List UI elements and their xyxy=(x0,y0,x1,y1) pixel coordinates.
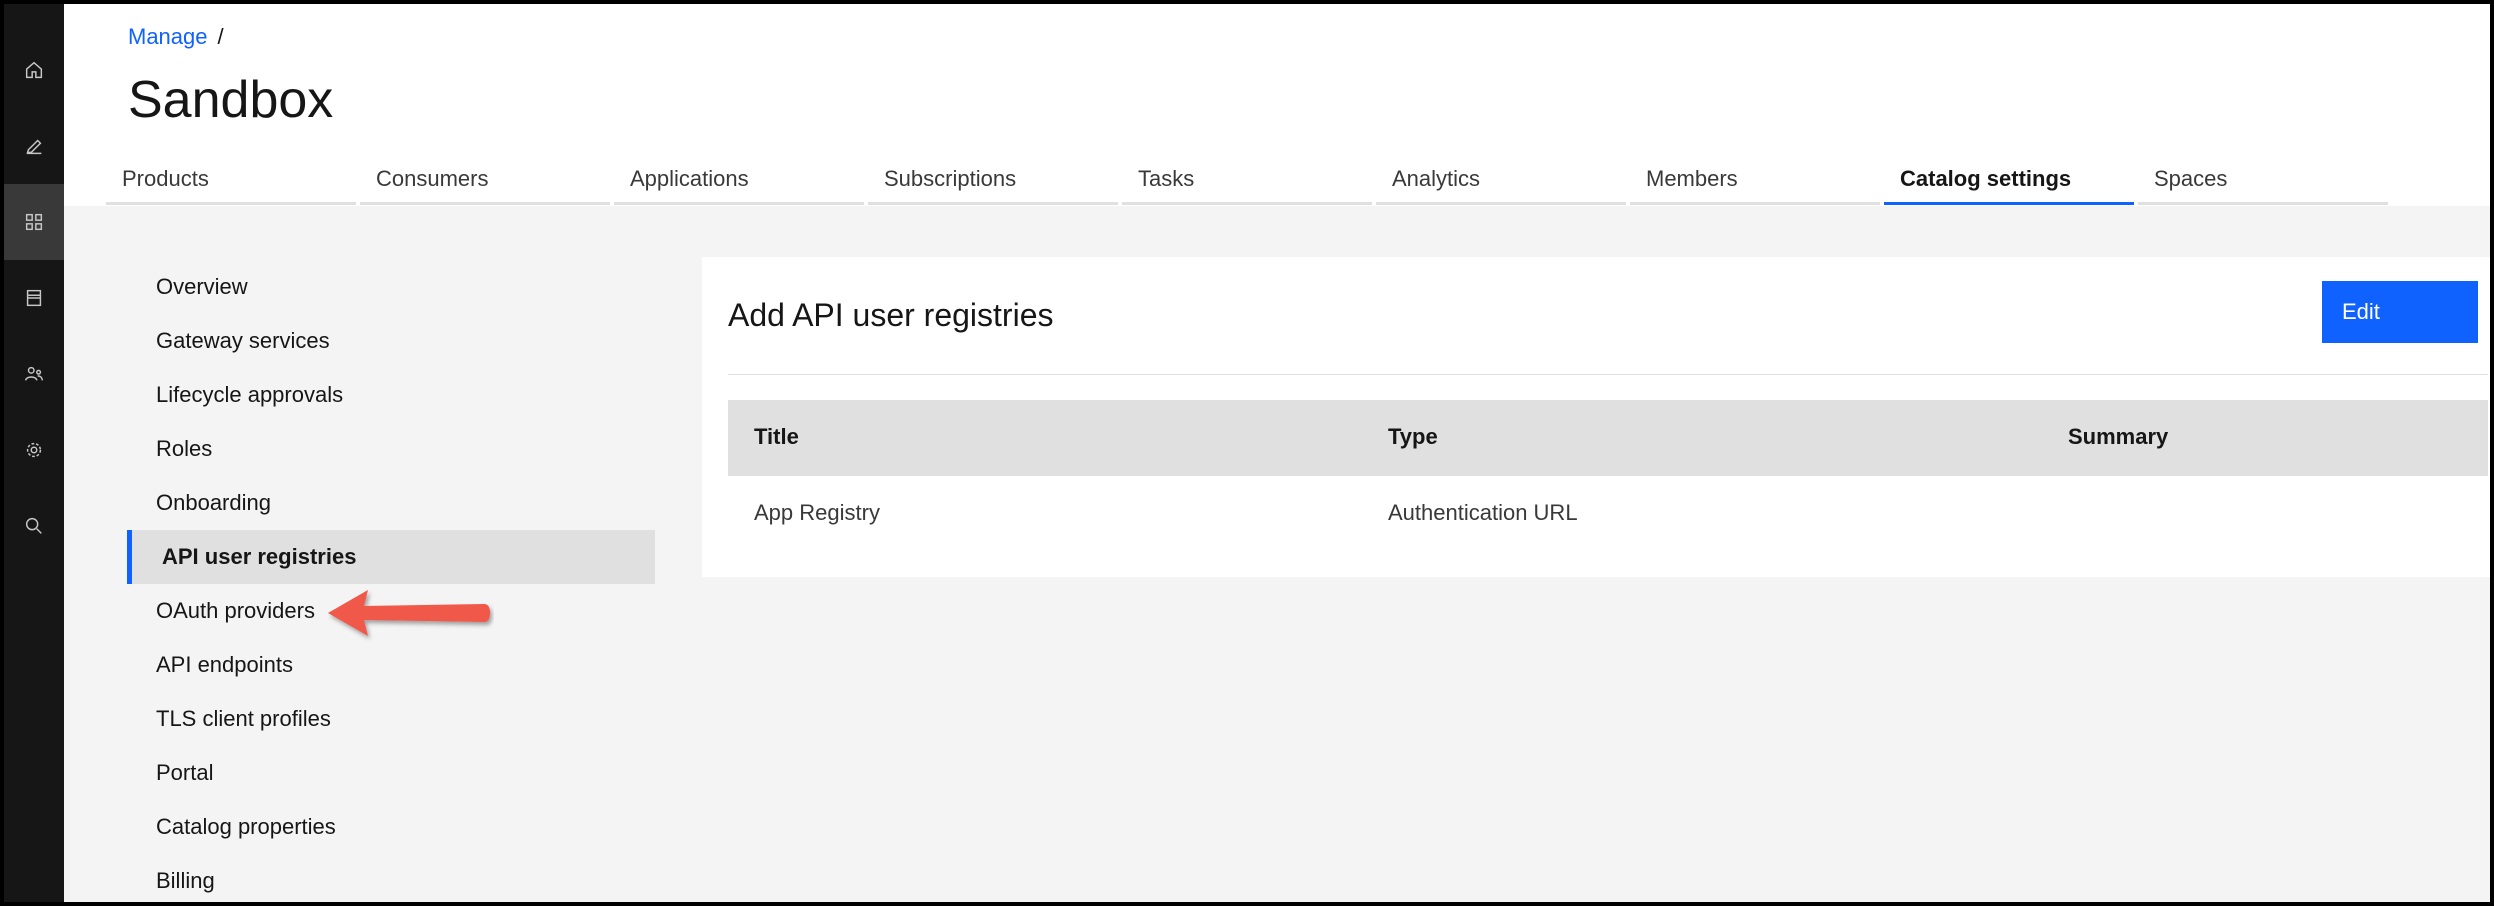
tab-tasks[interactable]: Tasks xyxy=(1122,144,1372,205)
app-frame: Manage / Sandbox Products Consumers Appli… xyxy=(4,4,2490,902)
tab-catalog-settings[interactable]: Catalog settings xyxy=(1884,144,2134,205)
nav-item-portal[interactable]: Portal xyxy=(127,746,655,800)
nav-item-label: API endpoints xyxy=(156,652,293,677)
tab-label: Products xyxy=(122,166,209,191)
table-row[interactable]: App Registry Authentication URL xyxy=(728,476,2488,554)
nav-item-label: API user registries xyxy=(162,544,357,569)
tab-members[interactable]: Members xyxy=(1630,144,1880,205)
users-icon xyxy=(25,366,43,381)
tab-analytics[interactable]: Analytics xyxy=(1376,144,1626,205)
nav-item-label: Catalog properties xyxy=(156,814,336,839)
tab-label: Members xyxy=(1646,166,1738,191)
column-header-title[interactable]: Title xyxy=(754,424,799,450)
nav-item-billing[interactable]: Billing xyxy=(127,854,655,902)
nav-item-label: Gateway services xyxy=(156,328,330,353)
dashboard-icon xyxy=(25,213,43,231)
cell-title: App Registry xyxy=(754,500,880,525)
rail-search[interactable] xyxy=(4,488,64,564)
tab-label: Catalog settings xyxy=(1900,166,2072,191)
nav-item-label: Overview xyxy=(156,274,248,299)
tab-label: Spaces xyxy=(2154,166,2228,191)
tab-applications[interactable]: Applications xyxy=(614,144,864,205)
breadcrumb: Manage / xyxy=(128,24,224,50)
nav-item-label: TLS client profiles xyxy=(156,706,331,731)
breadcrumb-separator: / xyxy=(217,24,224,49)
nav-item-api-user-registries[interactable]: API user registries xyxy=(127,530,655,584)
page-header: Manage / Sandbox Products Consumers Appli… xyxy=(64,4,2490,206)
column-header-summary[interactable]: Summary xyxy=(2068,424,2168,450)
archive-icon xyxy=(26,289,42,307)
tab-products[interactable]: Products xyxy=(106,144,356,205)
user-registries-card: Add API user registries Edit Title Type … xyxy=(702,257,2490,577)
rail-archive[interactable] xyxy=(4,260,64,336)
nav-item-overview[interactable]: Overview xyxy=(127,260,655,314)
nav-item-label: Lifecycle approvals xyxy=(156,382,344,407)
nav-item-api-endpoints[interactable]: API endpoints xyxy=(127,638,655,692)
table-header: Title Type Summary xyxy=(728,400,2488,476)
edit-button[interactable]: Edit xyxy=(2322,281,2478,343)
nav-item-label: Onboarding xyxy=(156,490,271,515)
tab-subscriptions[interactable]: Subscriptions xyxy=(868,144,1118,205)
cell-type: Authentication URL xyxy=(1388,500,1578,525)
tab-label: Tasks xyxy=(1138,166,1195,191)
nav-item-roles[interactable]: Roles xyxy=(127,422,655,476)
edit-icon xyxy=(26,139,42,155)
tab-label: Analytics xyxy=(1392,166,1481,191)
tab-label: Subscriptions xyxy=(884,166,1017,191)
nav-item-gateway-services[interactable]: Gateway services xyxy=(127,314,655,368)
callout-arrow-icon xyxy=(328,590,490,636)
rail-dashboard[interactable] xyxy=(4,184,64,260)
card-title: Add API user registries xyxy=(728,297,1054,333)
tab-label: Consumers xyxy=(376,166,489,191)
settings-icon xyxy=(26,442,42,458)
rail-edit[interactable] xyxy=(4,108,64,184)
tab-label: Applications xyxy=(630,166,749,191)
nav-item-label: Roles xyxy=(156,436,213,461)
rail-settings[interactable] xyxy=(4,412,64,488)
tab-consumers[interactable]: Consumers xyxy=(360,144,610,205)
nav-item-catalog-properties[interactable]: Catalog properties xyxy=(127,800,655,854)
divider xyxy=(728,374,2488,375)
nav-item-tls-client-profiles[interactable]: TLS client profiles xyxy=(127,692,655,746)
nav-item-label: Billing xyxy=(156,868,215,893)
nav-item-lifecycle-approvals[interactable]: Lifecycle approvals xyxy=(127,368,655,422)
tab-spaces[interactable]: Spaces xyxy=(2138,144,2388,205)
rail-users[interactable] xyxy=(4,336,64,412)
nav-item-label: Portal xyxy=(156,760,214,785)
left-rail xyxy=(4,4,64,902)
nav-item-onboarding[interactable]: Onboarding xyxy=(127,476,655,530)
breadcrumb-manage-link[interactable]: Manage xyxy=(128,24,208,49)
column-header-type[interactable]: Type xyxy=(1388,424,1438,450)
page-title: Sandbox xyxy=(128,71,334,129)
rail-home[interactable] xyxy=(4,32,64,108)
search-icon xyxy=(25,517,42,534)
home-icon xyxy=(25,61,43,79)
nav-item-label: OAuth providers xyxy=(156,598,315,623)
